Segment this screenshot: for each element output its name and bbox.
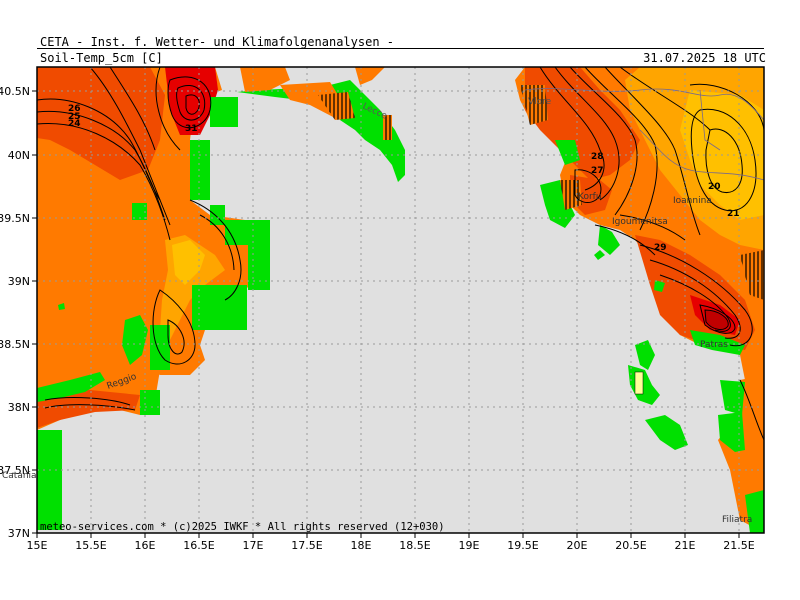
lat-label: 39.5N — [0, 212, 30, 225]
place-patras: Patras — [700, 340, 728, 350]
lon-label: 18E — [351, 539, 372, 552]
lon-label: 21.5E — [723, 539, 754, 552]
map-figure: 40.5N 40N 39.5N 39N 38.5N 38N 37.5N 37N … — [0, 66, 765, 552]
contour-label: 28 — [591, 152, 604, 162]
lon-label: 15.5E — [75, 539, 106, 552]
lon-label: 16E — [135, 539, 156, 552]
copyright-footer: meteo-services.com * (c)2025 IWKF * All … — [40, 521, 445, 533]
contour-label: 27 — [591, 166, 604, 176]
place-ioannina: Ioannina — [673, 196, 712, 206]
lon-label: 21E — [675, 539, 696, 552]
place-catania: Catania — [2, 471, 37, 481]
lon-labels: 15E 15.5E 16E 16.5E 17E 17.5E 18E 18.5E … — [27, 539, 755, 552]
lat-label: 40.5N — [0, 85, 30, 98]
lon-label: 19E — [459, 539, 480, 552]
contour-label: 21 — [727, 209, 740, 219]
lat-label: 38N — [8, 401, 30, 414]
contour-label: 20 — [708, 182, 721, 192]
lon-label: 20.5E — [615, 539, 646, 552]
place-vlore: Vlore — [528, 97, 552, 107]
lat-label: 40N — [8, 149, 30, 162]
place-filiatra: Filiatra — [722, 515, 752, 525]
lon-label: 17E — [243, 539, 264, 552]
lon-label: 19.5E — [507, 539, 538, 552]
contour-label: 31 — [185, 124, 198, 134]
lon-label: 20E — [567, 539, 588, 552]
lat-label: 38.5N — [0, 338, 30, 351]
contour-label: 24 — [68, 119, 81, 129]
place-korfu: Korfu — [578, 192, 602, 202]
lon-label: 17.5E — [291, 539, 322, 552]
contour-label: 29 — [654, 243, 667, 253]
place-igoumenitsa: Igoumenitsa — [612, 217, 668, 227]
lon-label: 15E — [27, 539, 48, 552]
lon-label: 18.5E — [399, 539, 430, 552]
lat-label: 39N — [8, 275, 30, 288]
lon-label: 16.5E — [183, 539, 214, 552]
